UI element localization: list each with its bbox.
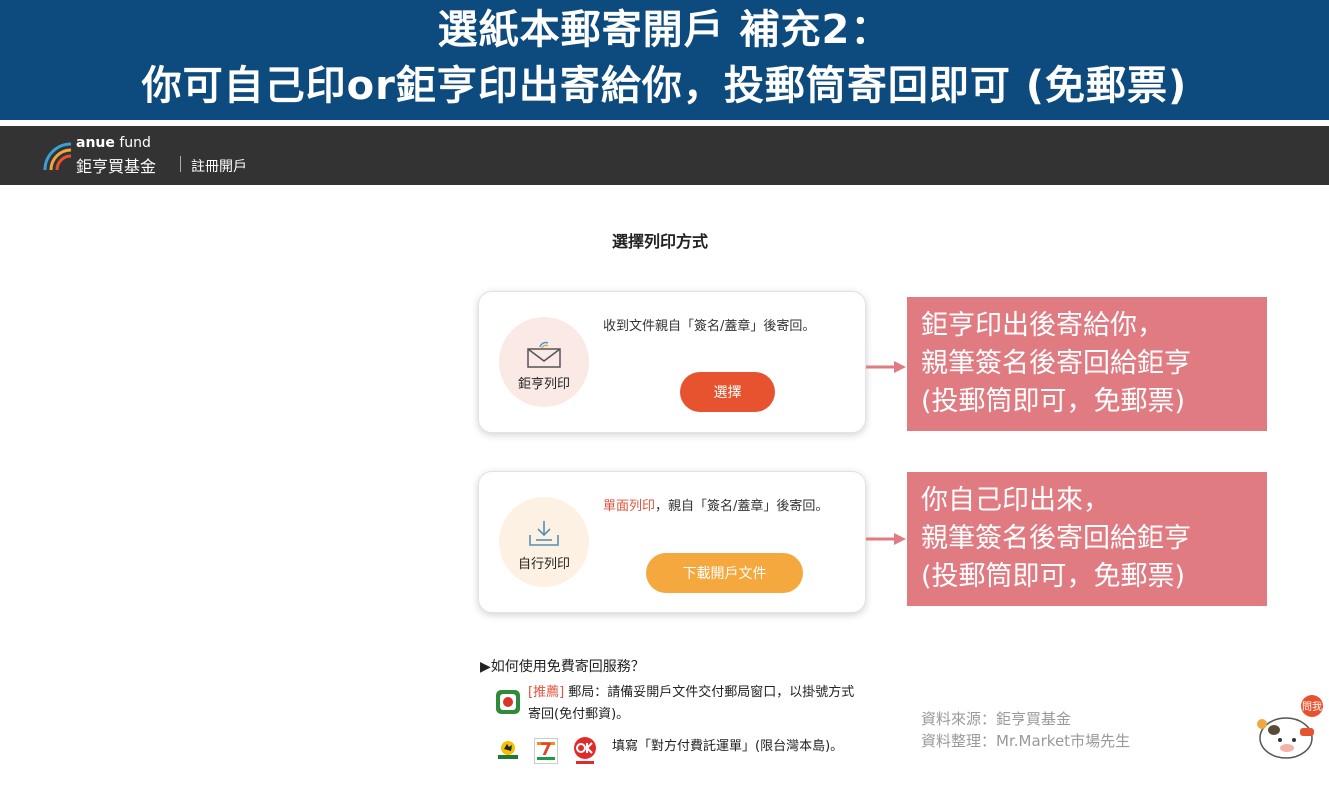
print-option-card-self: 自行列印 單面列印，親自「簽名/蓋章」後寄回。 下載開戶文件 — [478, 471, 866, 613]
banner-line-2: 你可自己印or鉅亨印出寄給你，投郵筒寄回即可 (免郵票) — [141, 63, 1188, 109]
data-compiled-credit: 資料整理：Mr.Market市場先生 — [921, 732, 1131, 750]
mail-icon — [527, 341, 561, 368]
faq-post-office-text: 郵局：請備妥開戶文件交付郵局窗口，以掛號方式寄回(免付郵資)。 — [528, 685, 855, 722]
brand-en-thin: fund — [114, 135, 151, 151]
post-office-icon — [496, 690, 520, 714]
annotation-line: 鉅亨印出後寄給你， — [921, 310, 1164, 341]
header-divider — [180, 156, 181, 172]
brand-chinese: 鉅亨買基金 — [76, 157, 157, 176]
annotation-line: (投郵筒即可，免郵票) — [921, 561, 1186, 592]
option-label-self: 自行列印 — [517, 557, 570, 572]
arrow-right-icon — [866, 533, 906, 545]
title-banner: 選紙本郵寄開戶 補充2： 你可自己印or鉅亨印出寄給你，投郵筒寄回即可 (免郵票… — [0, 0, 1329, 120]
option-description-text: ，親自「簽名/蓋章」後寄回。 — [655, 499, 829, 514]
single-sided-highlight: 單面列印 — [603, 499, 656, 514]
mascot-ask-me-icon[interactable]: 問我 — [1254, 694, 1326, 760]
recommended-tag: [推薦] — [528, 685, 565, 700]
option-description-anue: 收到文件親自「簽名/蓋章」後寄回。 — [603, 319, 816, 334]
annotation-anue-print: 鉅亨印出後寄給你， 親筆簽名後寄回給鉅亨 (投郵筒即可，免郵票) — [907, 297, 1267, 431]
mascot-badge-text: 問我 — [1302, 701, 1322, 713]
annotation-line: 親筆簽名後寄回給鉅亨 — [921, 348, 1191, 379]
register-link[interactable]: 註冊開戶 — [191, 156, 247, 176]
annotation-line: (投郵筒即可，免郵票) — [921, 386, 1186, 417]
option-description-self: 單面列印，親自「簽名/蓋章」後寄回。 — [603, 496, 843, 518]
option-circle-anue: 鉅亨列印 — [499, 317, 589, 407]
site-header: anue fund 鉅亨買基金 註冊開戶 — [0, 126, 1329, 185]
anue-logo-icon[interactable] — [43, 140, 75, 172]
download-documents-button[interactable]: 下載開戶文件 — [646, 553, 803, 593]
seven-eleven-icon: 7 — [534, 738, 558, 764]
ok-mart-icon — [574, 737, 596, 764]
brand-en-bold: anue — [76, 135, 115, 151]
annotation-self-print: 你自己印出來， 親筆簽名後寄回給鉅亨 (投郵筒即可，免郵票) — [907, 472, 1267, 606]
option-label-anue: 鉅亨列印 — [517, 377, 570, 392]
option-circle-self: 自行列印 — [499, 497, 589, 587]
annotation-line: 親筆簽名後寄回給鉅亨 — [921, 523, 1191, 554]
brand-english: anue fund — [76, 135, 151, 151]
arrow-right-icon — [866, 361, 906, 373]
download-tray-icon — [529, 521, 559, 546]
faq-post-office: [推薦] 郵局：請備妥開戶文件交付郵局窗口，以掛號方式寄回(免付郵資)。 — [528, 682, 863, 726]
section-title: 選擇列印方式 — [612, 232, 709, 251]
annotation-line: 你自己印出來， — [921, 485, 1110, 516]
select-button[interactable]: 選擇 — [680, 372, 775, 412]
banner-line-1: 選紙本郵寄開戶 補充2： — [437, 7, 892, 53]
data-source-credit: 資料來源：鉅亨買基金 — [921, 710, 1072, 728]
black-cat-delivery-icon — [498, 741, 518, 759]
print-option-card-anue: 鉅亨列印 收到文件親自「簽名/蓋章」後寄回。 選擇 — [478, 291, 866, 433]
faq-convenience-store: 填寫「對方付費託運單」(限台灣本島)。 — [612, 739, 844, 754]
free-return-faq-title[interactable]: ▶如何使用免費寄回服務？ — [480, 656, 645, 676]
